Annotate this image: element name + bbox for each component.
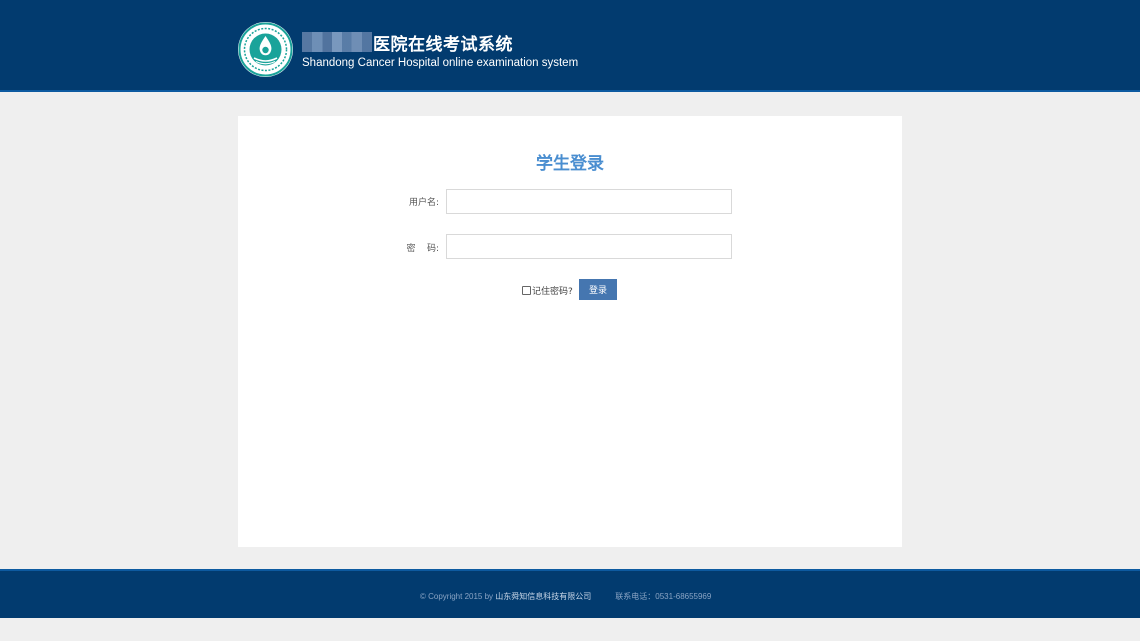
login-title: 学生登录 — [536, 154, 604, 174]
login-button[interactable]: 登录 — [579, 279, 617, 300]
system-title-text: 医院在线考试系统 — [373, 34, 513, 55]
remember-password-option[interactable]: 记住密码? — [522, 283, 573, 297]
footer-contact: 联系电话：0531-68655969 — [615, 592, 712, 601]
footer-company-link[interactable]: 山东舜知信息科技有限公司 — [495, 592, 591, 601]
remember-label: 记住密码? — [532, 286, 573, 297]
remember-checkbox[interactable] — [522, 285, 531, 295]
system-title: 医院在线考试系统 — [302, 30, 513, 55]
password-label: 密 码: — [406, 244, 439, 254]
username-input[interactable] — [446, 189, 732, 214]
footer-text: © Copyright 2015 by 山东舜知信息科技有限公司 联系电话：053… — [420, 591, 711, 602]
password-input[interactable] — [446, 234, 732, 259]
footer-copyright: © Copyright 2015 by — [420, 592, 496, 601]
login-card: 学生登录 用户名: 密 码: 记住密码? 登录 — [238, 116, 902, 547]
system-subtitle: Shandong Cancer Hospital online examinat… — [302, 57, 579, 69]
header: 医院在线考试系统 Shandong Cancer Hospital online… — [0, 0, 1140, 92]
redacted-hospital-name — [302, 32, 372, 52]
username-label: 用户名: — [408, 198, 439, 208]
hospital-logo-icon — [238, 22, 293, 77]
footer: © Copyright 2015 by 山东舜知信息科技有限公司 联系电话：053… — [0, 569, 1140, 618]
